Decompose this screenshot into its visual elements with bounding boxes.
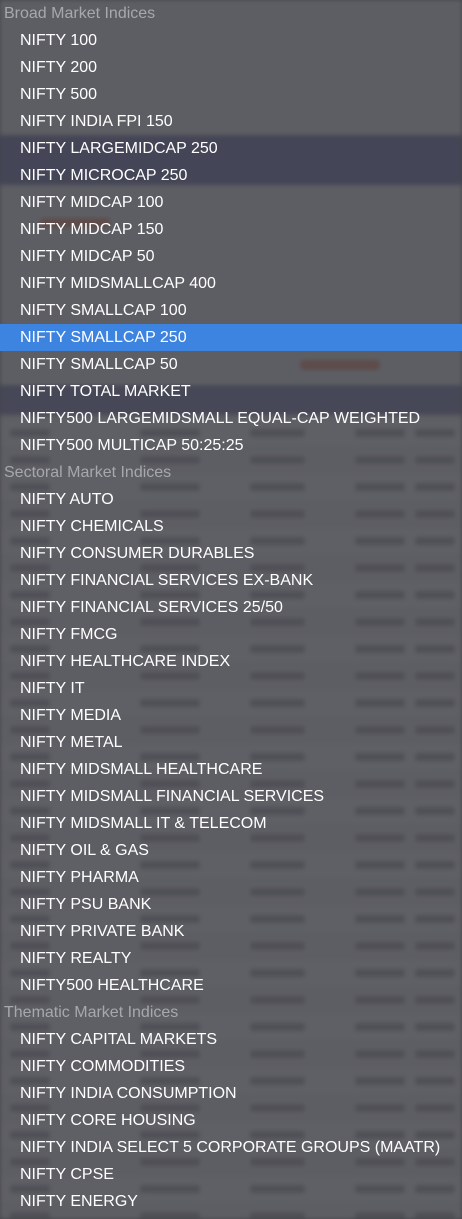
dropdown-option[interactable]: NIFTY MEDIA <box>0 702 462 729</box>
dropdown-option[interactable]: NIFTY SMALLCAP 100 <box>0 297 462 324</box>
dropdown-option[interactable]: NIFTY MIDCAP 50 <box>0 243 462 270</box>
dropdown-option[interactable]: NIFTY FINANCIAL SERVICES 25/50 <box>0 594 462 621</box>
dropdown-option[interactable]: NIFTY HEALTHCARE INDEX <box>0 648 462 675</box>
dropdown-option[interactable]: NIFTY MIDSMALL HEALTHCARE <box>0 756 462 783</box>
index-select-dropdown[interactable]: Broad Market Indices NIFTY 100 NIFTY 200 NI… <box>0 0 462 1219</box>
dropdown-option[interactable]: NIFTY PSU BANK <box>0 891 462 918</box>
dropdown-option[interactable]: NIFTY500 LARGEMIDSMALL EQUAL-CAP WEIGHTE… <box>0 405 462 432</box>
dropdown-option-selected[interactable]: NIFTY SMALLCAP 250 <box>0 324 462 351</box>
dropdown-option[interactable]: NIFTY MIDCAP 100 <box>0 189 462 216</box>
dropdown-option[interactable]: NIFTY OIL & GAS <box>0 837 462 864</box>
dropdown-option[interactable]: NIFTY ENERGY <box>0 1188 462 1215</box>
dropdown-option[interactable]: NIFTY CAPITAL MARKETS <box>0 1026 462 1053</box>
dropdown-option[interactable]: NIFTY INDIA SELECT 5 CORPORATE GROUPS (M… <box>0 1134 462 1161</box>
dropdown-option[interactable]: NIFTY500 HEALTHCARE <box>0 972 462 999</box>
screen: Broad Market Indices NIFTY 100 NIFTY 200 NI… <box>0 0 462 1219</box>
dropdown-option[interactable]: NIFTY IT <box>0 675 462 702</box>
dropdown-option[interactable]: NIFTY LARGEMIDCAP 250 <box>0 135 462 162</box>
dropdown-option[interactable]: NIFTY CONSUMER DURABLES <box>0 540 462 567</box>
dropdown-option[interactable]: NIFTY MIDSMALLCAP 400 <box>0 270 462 297</box>
dropdown-option[interactable]: NIFTY MIDSMALL IT & TELECOM <box>0 810 462 837</box>
dropdown-option[interactable]: NIFTY PHARMA <box>0 864 462 891</box>
dropdown-option[interactable]: NIFTY METAL <box>0 729 462 756</box>
dropdown-option[interactable]: NIFTY MIDCAP 150 <box>0 216 462 243</box>
dropdown-option[interactable]: NIFTY MICROCAP 250 <box>0 162 462 189</box>
dropdown-option[interactable]: NIFTY CHEMICALS <box>0 513 462 540</box>
dropdown-option[interactable]: NIFTY CPSE <box>0 1161 462 1188</box>
dropdown-option[interactable]: NIFTY REALTY <box>0 945 462 972</box>
dropdown-option[interactable]: NIFTY CORE HOUSING <box>0 1107 462 1134</box>
dropdown-group-label: Sectoral Market Indices <box>4 464 172 481</box>
dropdown-option[interactable]: NIFTY AUTO <box>0 486 462 513</box>
dropdown-option[interactable]: NIFTY MIDSMALL FINANCIAL SERVICES <box>0 783 462 810</box>
dropdown-option[interactable]: NIFTY 200 <box>0 54 462 81</box>
dropdown-option[interactable]: NIFTY INDIA FPI 150 <box>0 108 462 135</box>
dropdown-option[interactable]: NIFTY COMMODITIES <box>0 1053 462 1080</box>
dropdown-option[interactable]: NIFTY 500 <box>0 81 462 108</box>
dropdown-option[interactable]: NIFTY500 MULTICAP 50:25:25 <box>0 432 462 459</box>
dropdown-option[interactable]: NIFTY 100 <box>0 27 462 54</box>
dropdown-group-label: Thematic Market Indices <box>4 1004 179 1021</box>
dropdown-group-label: Broad Market Indices <box>4 5 156 22</box>
dropdown-option[interactable]: NIFTY FMCG <box>0 621 462 648</box>
dropdown-option[interactable]: NIFTY FINANCIAL SERVICES EX-BANK <box>0 567 462 594</box>
dropdown-option[interactable]: NIFTY SMALLCAP 50 <box>0 351 462 378</box>
dropdown-option[interactable]: NIFTY TOTAL MARKET <box>0 378 462 405</box>
dropdown-option[interactable]: NIFTY INDIA CONSUMPTION <box>0 1080 462 1107</box>
dropdown-option[interactable]: NIFTY PRIVATE BANK <box>0 918 462 945</box>
